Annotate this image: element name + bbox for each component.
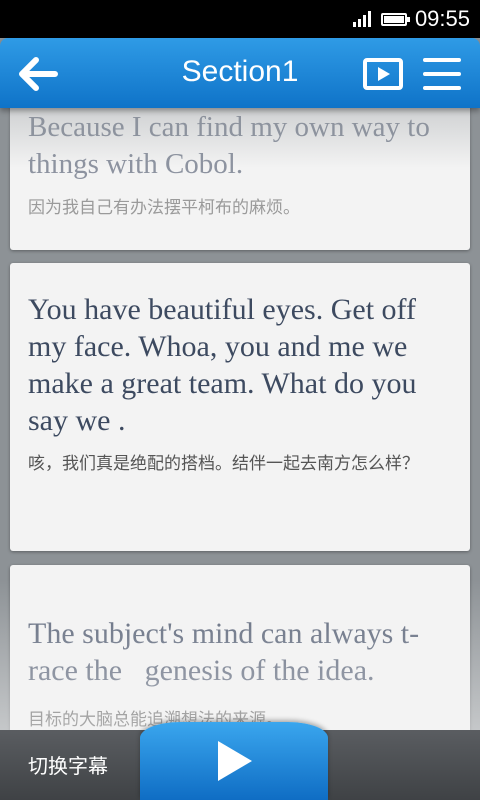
signal-icon <box>352 11 371 27</box>
bottom-bar: 切换字幕 <box>0 722 480 800</box>
play-button[interactable] <box>140 722 328 800</box>
subtitle-chinese: 咳，我们真是绝配的搭档。结伴一起去南方怎么样？ <box>28 454 419 474</box>
hamburger-menu-icon <box>423 58 461 62</box>
play-video-icon <box>363 58 403 90</box>
switch-subtitle-button[interactable]: 切换字幕 <box>28 750 108 779</box>
menu-button[interactable] <box>420 54 464 94</box>
battery-icon <box>380 12 410 26</box>
subtitle-chinese: 因为我自己有办法摆平柯布的麻烦。 <box>28 198 300 218</box>
app-header: Section1 <box>0 38 480 108</box>
subtitle-card[interactable]: Because I can find my own way to things … <box>10 108 470 250</box>
status-bar: 09:55 <box>0 0 480 38</box>
subtitle-english: The subject's mind can always t-race the… <box>28 617 420 687</box>
arrow-left-icon <box>19 57 58 91</box>
page-title: Section1 <box>181 55 299 88</box>
play-video-button[interactable] <box>362 54 404 94</box>
back-button[interactable] <box>12 52 64 96</box>
subtitle-card[interactable]: The subject's mind can always t-race the… <box>10 565 470 730</box>
subtitle-english: You have beautiful eyes. Get off my face… <box>28 293 417 437</box>
status-time: 09:55 <box>414 6 470 31</box>
play-icon <box>218 741 252 781</box>
subtitle-english: Because I can find my own way to things … <box>28 111 430 180</box>
subtitle-card[interactable]: You have beautiful eyes. Get off my face… <box>10 263 470 551</box>
subtitle-list[interactable]: Because I can find my own way to things … <box>0 108 480 730</box>
